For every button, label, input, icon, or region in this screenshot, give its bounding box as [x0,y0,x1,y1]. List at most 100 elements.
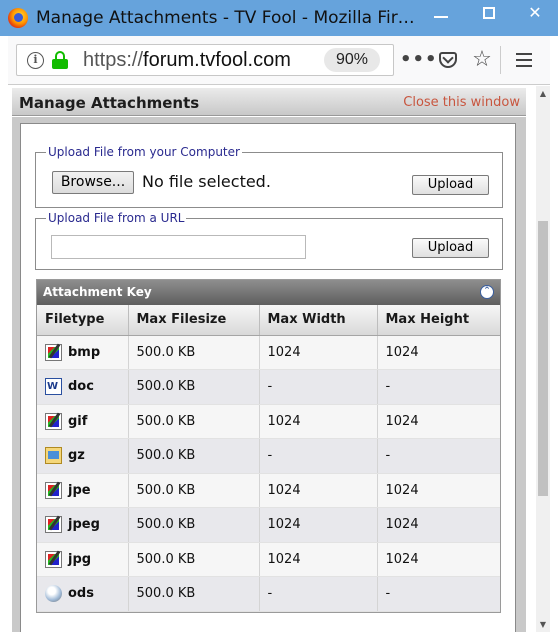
page-scrollbar[interactable]: ▲ ▼ [536,86,550,632]
max-filesize-cell: 500.0 KB [128,438,260,474]
attachment-key-title: Attachment Key [43,285,152,299]
table-row: jpe 500.0 KB 1024 1024 [37,473,500,508]
filetype-cell: jpeg [37,507,129,543]
table-row: jpeg 500.0 KB 1024 1024 [37,507,500,543]
filetype-cell: ods [37,576,129,612]
table-row: ods 500.0 KB - - [37,576,500,612]
maximize-icon [483,7,495,19]
max-width-cell: 1024 [259,507,378,543]
zoom-level-button[interactable]: 90% [324,48,380,72]
filetype-cell: gif [37,404,129,439]
max-filesize-cell: 500.0 KB [128,369,260,405]
table-row: gif 500.0 KB 1024 1024 [37,404,500,439]
pocket-icon[interactable] [436,48,460,72]
image-file-icon [45,481,62,499]
upload-from-url-section: Upload File from a URL Upload [35,211,503,270]
filetype-label: doc [68,379,94,395]
upload-from-url-legend: Upload File from a URL [46,211,187,225]
max-height-cell: 1024 [377,542,500,577]
url-scheme: https:// [83,49,144,71]
attachment-key-grid: Filetype Max Filesize Max Width Max Heig… [37,305,500,612]
page-title: Manage Attachments [19,94,200,112]
image-file-icon [45,550,62,568]
max-filesize-cell: 500.0 KB [128,542,260,577]
filetype-label: jpe [68,482,91,498]
max-height-cell: 1024 [377,404,500,439]
max-filesize-cell: 500.0 KB [128,404,260,439]
max-width-cell: 1024 [259,473,378,508]
max-height-cell: 1024 [377,473,500,508]
minimize-button[interactable] [418,0,464,28]
url-input[interactable] [51,235,306,259]
window-title: Manage Attachments - TV Fool - Mozilla F… [36,8,415,28]
max-filesize-cell: 500.0 KB [128,507,260,543]
page-header: Manage Attachments Close this window [12,88,526,116]
collapse-icon[interactable]: ⌃ [480,285,494,299]
max-width-cell: 1024 [259,335,378,370]
page-actions-more-icon[interactable]: ••• [400,48,437,72]
image-file-icon [45,343,62,361]
attachment-key-header: Attachment Key ⌃ [37,280,500,305]
scroll-up-arrow-icon[interactable]: ▲ [536,86,550,102]
site-info-icon[interactable]: i [27,52,44,69]
filetype-cell: jpg [37,542,129,577]
max-width-cell: - [259,576,378,612]
max-width-cell: 1024 [259,404,378,439]
column-header-max-height: Max Height [377,305,500,336]
browse-button[interactable]: Browse... [52,171,134,194]
table-row: jpg 500.0 KB 1024 1024 [37,542,500,577]
max-height-cell: - [377,576,500,612]
max-width-cell: 1024 [259,542,378,577]
content-panel: Upload File from your Computer Browse...… [20,123,516,632]
firefox-logo-icon [8,8,28,28]
filetype-cell: doc [37,369,129,405]
url-text[interactable]: https://forum.tvfool.com [83,49,291,72]
column-header-max-filesize: Max Filesize [128,305,260,336]
archive-file-icon [45,447,62,465]
url-domain: forum.tvfool.com [143,49,291,71]
filetype-cell: bmp [37,335,129,370]
table-row: bmp 500.0 KB 1024 1024 [37,335,500,370]
column-header-max-width: Max Width [259,305,378,336]
hamburger-menu-icon[interactable] [512,48,536,72]
browser-toolbar: i https://forum.tvfool.com 90% ••• ☆ [8,36,550,84]
max-height-cell: - [377,438,500,474]
filetype-cell: gz [37,438,129,474]
word-document-icon [45,378,62,396]
upload-from-computer-legend: Upload File from your Computer [46,145,242,159]
content-frame: Upload File from your Computer Browse...… [12,117,526,632]
max-width-cell: - [259,369,378,405]
max-width-cell: - [259,438,378,474]
url-bar[interactable]: i https://forum.tvfool.com 90% [16,44,394,76]
page-viewport: Manage Attachments Close this window Upl… [8,84,550,632]
lock-icon[interactable] [52,51,68,69]
toolbar-divider [500,46,501,74]
image-file-icon [45,412,62,430]
window-title-bar: Manage Attachments - TV Fool - Mozilla F… [0,0,558,36]
column-header-filetype: Filetype [37,305,129,336]
scroll-down-arrow-icon[interactable]: ▼ [536,617,550,632]
upload-url-button[interactable]: Upload [412,238,489,258]
table-row: doc500.0 KB-- [37,369,500,405]
bookmark-star-icon[interactable]: ☆ [470,48,494,72]
table-row: gz 500.0 KB - - [37,438,500,474]
max-filesize-cell: 500.0 KB [128,335,260,370]
file-status-text: No file selected. [142,172,271,191]
filetype-label: bmp [68,344,101,360]
filetype-cell: jpe [37,473,129,508]
scrollbar-thumb[interactable] [538,221,548,496]
upload-file-button[interactable]: Upload [412,175,489,195]
close-window-button[interactable]: ✕ [512,0,558,28]
minimize-icon [434,16,448,18]
filetype-label: ods [68,586,94,602]
maximize-button[interactable] [466,0,512,28]
max-height-cell: 1024 [377,507,500,543]
filetype-label: jpeg [68,517,100,533]
attachment-key-table: Attachment Key ⌃ Filetype Max Filesize M… [36,279,501,613]
close-this-window-link[interactable]: Close this window [403,95,520,110]
max-filesize-cell: 500.0 KB [128,473,260,508]
max-height-cell: 1024 [377,335,500,370]
spreadsheet-file-icon [45,585,62,603]
filetype-label: gif [68,413,88,429]
max-filesize-cell: 500.0 KB [128,576,260,612]
